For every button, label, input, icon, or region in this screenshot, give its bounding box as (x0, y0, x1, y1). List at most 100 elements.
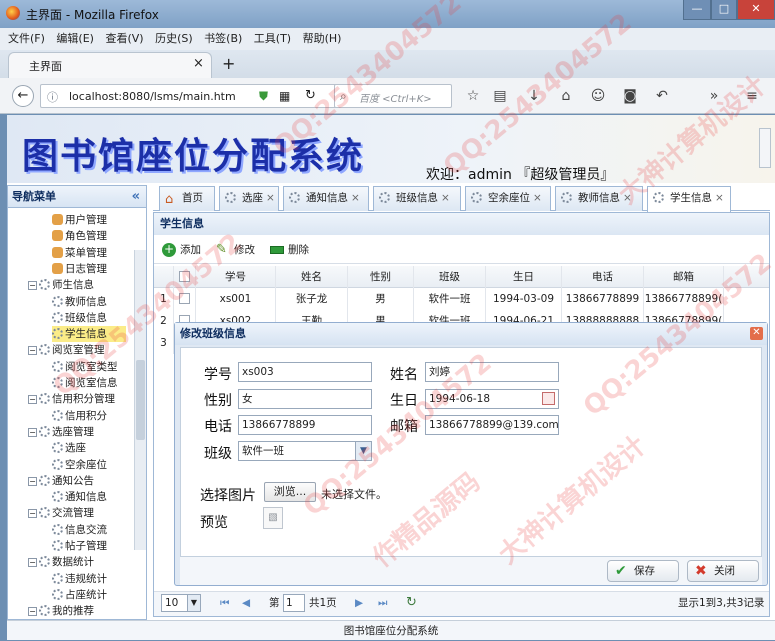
reader-icon[interactable]: ▤ (492, 88, 508, 104)
expand-toggle-icon[interactable]: − (28, 607, 37, 617)
sidebar-item[interactable]: 阅览室信息 (52, 375, 126, 391)
page-size-chevron-icon[interactable]: ▼ (187, 595, 200, 611)
sidebar-item[interactable]: 阅览室类型 (52, 359, 126, 375)
sidebar-item[interactable]: − 信用积分管理 (28, 391, 138, 407)
add-button[interactable]: + 添加 (162, 242, 201, 258)
sidebar-item[interactable]: 日志管理 (52, 261, 126, 277)
overflow-icon[interactable]: » (706, 88, 722, 104)
tab-close-icon[interactable]: × (441, 192, 450, 204)
expand-toggle-icon[interactable]: − (28, 476, 37, 486)
menu-file[interactable]: 文件(F) (8, 28, 45, 50)
download-icon[interactable]: ↓ (526, 88, 542, 104)
browse-button[interactable]: 浏览... (264, 482, 316, 502)
shield-icon[interactable]: ⛊ (259, 89, 268, 104)
column-header[interactable]: 邮箱 (644, 266, 724, 288)
column-header[interactable]: 学号 (196, 266, 276, 288)
maximize-icon[interactable]: □ (711, 0, 737, 20)
student-id-field[interactable]: xs003 (238, 362, 372, 382)
page-size-select[interactable]: 10 ▼ (161, 594, 201, 612)
next-page-icon[interactable]: ▶ (355, 596, 363, 610)
expand-toggle-icon[interactable]: − (28, 395, 37, 405)
pocket-icon[interactable]: ◙ (622, 88, 638, 104)
sidebar-item[interactable]: − 通知公告 (28, 473, 138, 489)
tab-page[interactable]: 学生信息 × (647, 186, 731, 212)
name-field[interactable]: 刘婷 (425, 362, 559, 382)
sidebar-item[interactable]: 角色管理 (52, 228, 126, 244)
sidebar-item[interactable]: 信用积分 (52, 408, 126, 424)
undo-icon[interactable]: ↶ (654, 88, 670, 104)
sidebar-item[interactable]: 信息交流 (52, 522, 126, 538)
dialog-close-icon[interactable]: ✕ (750, 327, 763, 340)
sidebar-item[interactable]: 占座统计 (52, 587, 126, 603)
column-header[interactable]: 生日 (486, 266, 562, 288)
minimize-icon[interactable]: — (683, 0, 711, 20)
star-icon[interactable]: ☆ (465, 88, 481, 104)
row-checkbox[interactable] (179, 293, 190, 304)
sidebar-item[interactable]: 帖子管理 (52, 538, 126, 554)
tab-close-icon[interactable]: × (351, 192, 360, 204)
expand-toggle-icon[interactable]: − (28, 558, 37, 568)
gender-field[interactable]: 女 (238, 389, 372, 409)
sidebar-item[interactable]: 菜单管理 (52, 245, 126, 261)
sidebar-item[interactable]: − 数据统计 (28, 554, 138, 570)
birthday-field[interactable]: 1994-06-18 (425, 389, 559, 409)
sidebar-item[interactable]: − 选座管理 (28, 424, 138, 440)
tab-page[interactable]: 班级信息 × (373, 186, 461, 211)
qr-icon[interactable]: ▦ (279, 89, 290, 103)
sidebar-item[interactable]: 违规统计 (52, 571, 126, 587)
class-select[interactable]: 软件一班 ▼ (238, 441, 372, 461)
expand-toggle-icon[interactable]: − (28, 427, 37, 437)
sidebar-item[interactable]: − 师生信息 (28, 277, 138, 293)
sidebar-item[interactable]: 选座 (52, 440, 126, 456)
expand-toggle-icon[interactable]: − (28, 509, 37, 519)
back-icon[interactable]: ← (12, 85, 34, 107)
expand-toggle-icon[interactable]: − (28, 346, 37, 356)
page-scrollbar[interactable] (759, 128, 771, 168)
sidebar-item[interactable]: 通知信息 (52, 489, 126, 505)
menu-help[interactable]: 帮助(H) (303, 28, 342, 50)
tab-page[interactable]: 空余座位 × (465, 186, 551, 211)
menu-edit[interactable]: 编辑(E) (56, 28, 94, 50)
browser-tab[interactable]: 主界面 × (8, 52, 212, 78)
url-bar[interactable]: ⓘ localhost:8080/lsms/main.htm ⛊ ▦ ↻ (40, 84, 340, 108)
tab-close-icon[interactable]: × (266, 192, 275, 204)
sidebar-item[interactable]: 空余座位 (52, 457, 126, 473)
column-header[interactable]: 性别 (348, 266, 414, 288)
sidebar-item[interactable]: − 我的推荐 (28, 603, 138, 619)
home-icon[interactable]: ⌂ (558, 88, 574, 104)
column-header[interactable]: 电话 (562, 266, 644, 288)
menu-bookmarks[interactable]: 书签(B) (204, 28, 242, 50)
save-button[interactable]: ✔ 保存 (607, 560, 679, 582)
reload-icon[interactable]: ↻ (305, 88, 316, 103)
new-tab-icon[interactable]: + (222, 54, 235, 73)
tab-close-icon[interactable]: × (623, 192, 632, 204)
last-page-icon[interactable]: ⏭ (378, 596, 387, 610)
sidebar-item[interactable]: 班级信息 (52, 310, 126, 326)
sidebar-scrollbar[interactable] (134, 250, 146, 550)
search-box[interactable]: ⌕ 百度 <Ctrl+K> (334, 84, 452, 108)
column-header[interactable]: 班级 (414, 266, 486, 288)
browser-tab-close-icon[interactable]: × (193, 56, 204, 71)
column-header[interactable]: 姓名 (276, 266, 348, 288)
table-row[interactable]: 1 xs001 张子龙男软件一班 1994-03-09 13866778899 13866… (154, 288, 769, 310)
select-all-checkbox[interactable] (179, 271, 190, 282)
sidebar-scroll-thumb[interactable] (136, 360, 145, 440)
sidebar-item[interactable]: − 阅览室管理 (28, 342, 138, 358)
sidebar-item[interactable]: − 交流管理 (28, 505, 138, 521)
edit-button[interactable]: ✎ 修改 (216, 242, 255, 258)
calendar-icon[interactable] (542, 392, 555, 405)
menu-history[interactable]: 历史(S) (155, 28, 193, 50)
phone-field[interactable]: 13866778899 (238, 415, 372, 435)
cancel-button[interactable]: ✖ 关闭 (687, 560, 759, 582)
prev-page-icon[interactable]: ◀ (242, 596, 250, 610)
sidebar-item[interactable]: 用户管理 (52, 212, 126, 228)
first-page-icon[interactable]: ⏮ (220, 596, 229, 610)
collapse-icon[interactable]: « (132, 186, 140, 208)
hamburger-menu-icon[interactable]: ≡ (744, 88, 760, 104)
tab-page[interactable]: 教师信息 × (555, 186, 643, 211)
tab-home[interactable]: ⌂ 首页 (159, 186, 215, 211)
sidebar-item[interactable]: 教师信息 (52, 294, 126, 310)
email-field[interactable]: 13866778899@139.com (425, 415, 559, 435)
menu-tools[interactable]: 工具(T) (254, 28, 291, 50)
tab-page[interactable]: 选座 × (219, 186, 279, 211)
